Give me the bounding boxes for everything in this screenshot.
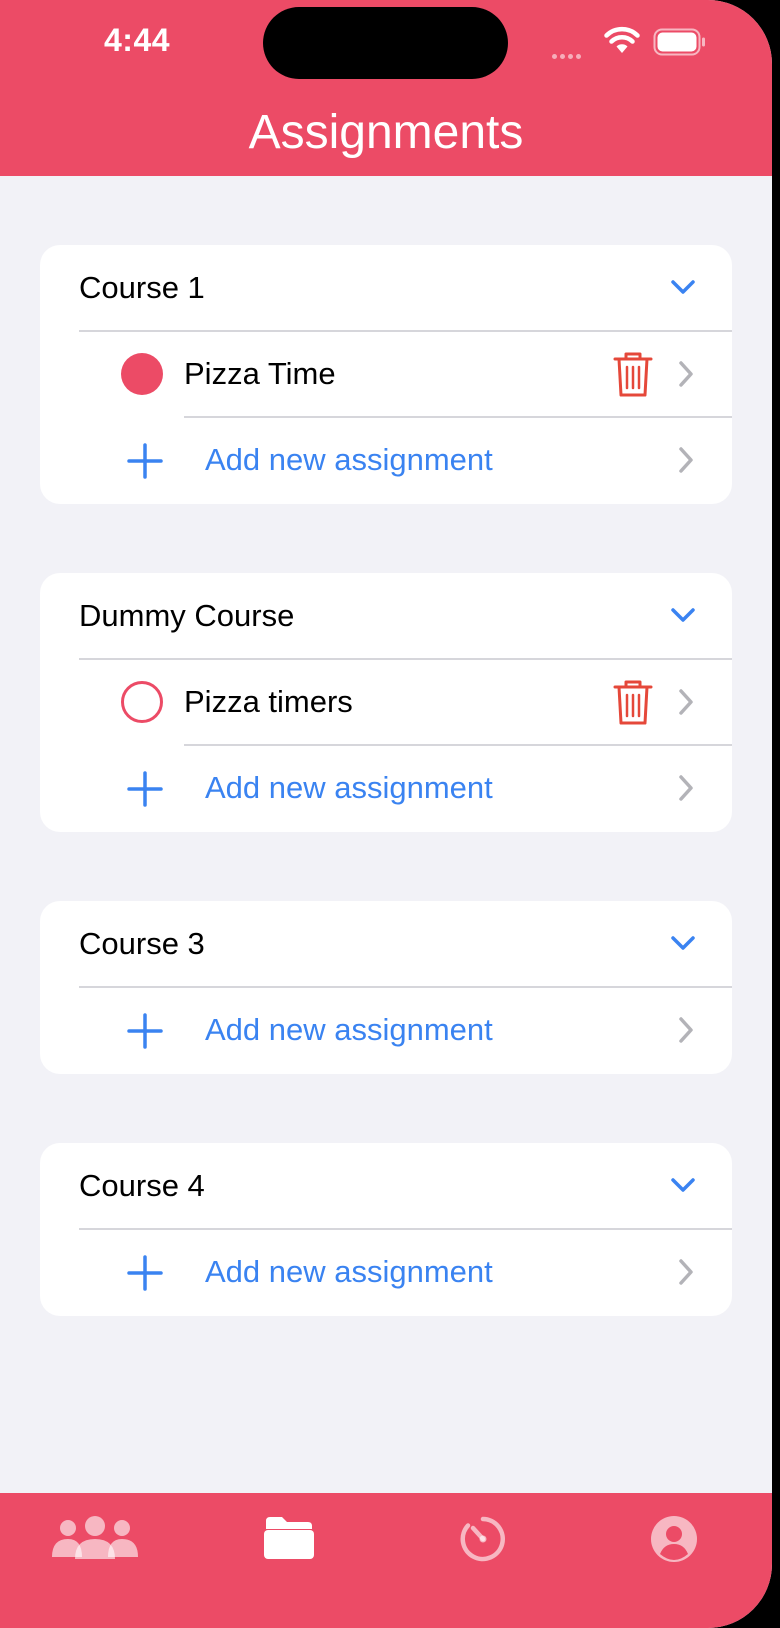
app-screen: 4:44 Assignments Course 1 Pizza Time Add… <box>0 0 772 1628</box>
add-assignment-button[interactable]: Add new assignment <box>205 745 493 831</box>
chevron-down-icon[interactable] <box>670 934 696 952</box>
device-bezel <box>772 0 780 1628</box>
course-name: Course 1 <box>79 270 205 305</box>
page-title: Assignments <box>248 106 524 159</box>
course-header[interactable]: Course 1 <box>40 245 732 331</box>
people-icon[interactable] <box>52 1515 138 1561</box>
course-header[interactable]: Course 4 <box>40 1143 732 1229</box>
trash-icon[interactable] <box>612 679 654 727</box>
profile-icon[interactable] <box>650 1515 698 1563</box>
plus-icon <box>127 771 163 807</box>
cellular-signal-icon <box>552 46 584 64</box>
trash-icon[interactable] <box>612 351 654 399</box>
plus-icon <box>127 443 163 479</box>
course-name: Course 3 <box>79 926 205 961</box>
tab-bar <box>0 1493 772 1628</box>
course-card: Course 4 Add new assignment <box>40 1143 732 1316</box>
chevron-right-icon <box>679 775 693 801</box>
assignment-name: Pizza Time <box>184 356 336 391</box>
dynamic-island <box>263 7 508 79</box>
battery-icon <box>653 28 705 56</box>
add-assignment-row[interactable]: Add new assignment <box>40 417 732 503</box>
assignment-row[interactable]: Pizza timers <box>40 659 732 745</box>
wifi-icon <box>604 26 640 53</box>
timer-icon[interactable] <box>459 1515 507 1563</box>
chevron-right-icon <box>679 447 693 473</box>
chevron-down-icon[interactable] <box>670 278 696 296</box>
assignment-row[interactable]: Pizza Time <box>40 331 732 417</box>
chevron-right-icon <box>679 361 693 387</box>
chevron-right-icon <box>679 1259 693 1285</box>
add-assignment-row[interactable]: Add new assignment <box>40 987 732 1073</box>
navigation-header: 4:44 Assignments <box>0 0 772 176</box>
status-time: 4:44 <box>104 22 171 58</box>
assignment-name: Pizza timers <box>184 684 353 719</box>
plus-icon <box>127 1013 163 1049</box>
add-assignment-button[interactable]: Add new assignment <box>205 417 493 503</box>
course-header[interactable]: Course 3 <box>40 901 732 987</box>
course-card: Course 3 Add new assignment <box>40 901 732 1074</box>
chevron-down-icon[interactable] <box>670 606 696 624</box>
add-assignment-button[interactable]: Add new assignment <box>205 1229 493 1315</box>
course-header[interactable]: Dummy Course <box>40 573 732 659</box>
course-name: Course 4 <box>79 1168 205 1203</box>
plus-icon <box>127 1255 163 1291</box>
completed-status-icon[interactable] <box>121 353 163 395</box>
add-assignment-button[interactable]: Add new assignment <box>205 987 493 1073</box>
incomplete-status-icon[interactable] <box>121 681 163 723</box>
chevron-down-icon[interactable] <box>670 1176 696 1194</box>
add-assignment-row[interactable]: Add new assignment <box>40 745 732 831</box>
folder-icon[interactable] <box>262 1515 316 1561</box>
course-name: Dummy Course <box>79 598 295 633</box>
course-card: Course 1 Pizza Time Add new assignment <box>40 245 732 504</box>
add-assignment-row[interactable]: Add new assignment <box>40 1229 732 1315</box>
chevron-right-icon <box>679 689 693 715</box>
course-card: Dummy Course Pizza timers Add new assign… <box>40 573 732 832</box>
chevron-right-icon <box>679 1017 693 1043</box>
